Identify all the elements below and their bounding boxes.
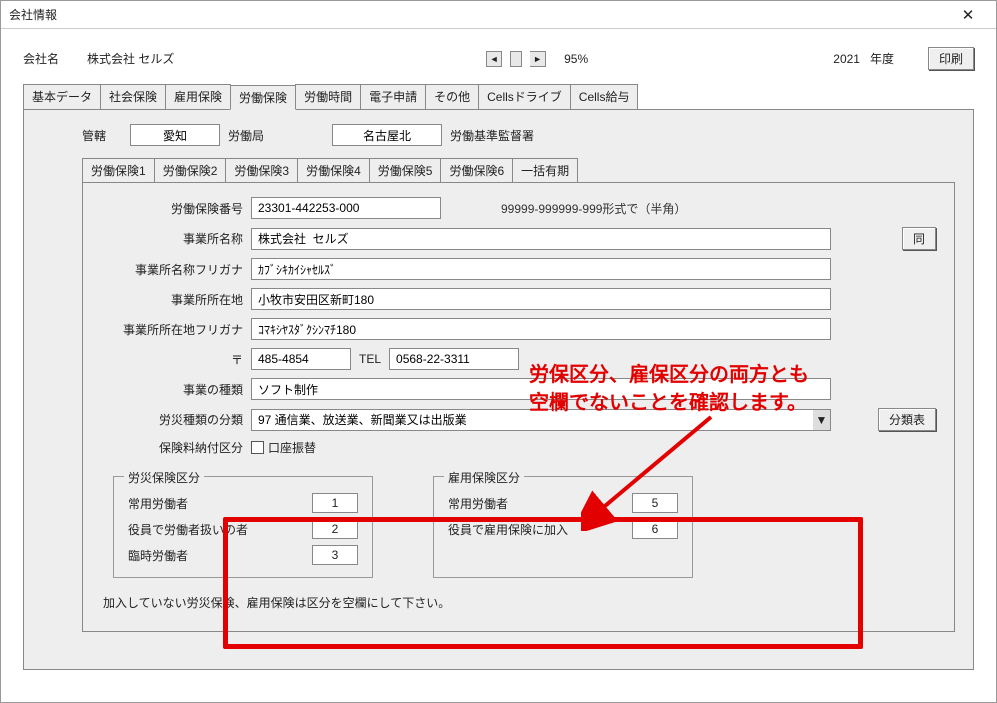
koyo-label-0: 常用労働者	[448, 495, 508, 512]
koyo-row-1: 役員で雇用保険に加入 6	[448, 519, 678, 539]
footer-note: 加入していない労災保険、雇用保険は区分を空欄にして下さい。	[103, 594, 936, 611]
rousai-label-2: 臨時労働者	[128, 547, 188, 564]
annotation-text: 労保区分、雇保区分の両方とも 空欄でないことを確認します。	[529, 361, 809, 417]
main-tab-1[interactable]: 社会保険	[100, 84, 166, 109]
ins-no-label: 労働保険番号	[101, 200, 251, 217]
koyo-groupbox: 雇用保険区分 常用労働者5役員で雇用保険に加入6	[433, 476, 693, 578]
sub-tab-6[interactable]: 一括有期	[512, 158, 578, 182]
office-kana-label: 事業所名称フリガナ	[101, 261, 251, 278]
postal-input[interactable]	[251, 348, 351, 370]
titlebar: 会社情報 ✕	[1, 1, 996, 29]
rousai-groupbox: 労災保険区分 常用労働者1役員で労働者扱いの者2臨時労働者3	[113, 476, 373, 578]
class-table-button[interactable]: 分類表	[878, 408, 936, 431]
close-icon[interactable]: ✕	[948, 5, 988, 25]
jurisdiction-row: 管轄 労働局 労働基準監督署	[82, 124, 955, 146]
main-tabs: 基本データ社会保険雇用保険労働保険労働時間電子申請その他CellsドライブCel…	[23, 84, 974, 110]
rousai-label-0: 常用労働者	[128, 495, 188, 512]
addr-input[interactable]	[251, 288, 831, 310]
juris-prefecture-input[interactable]	[130, 124, 220, 146]
tel-input[interactable]	[389, 348, 519, 370]
sub-tabs: 労働保険1労働保険2労働保険3労働保険4労働保険5労働保険6一括有期	[82, 158, 955, 182]
biz-type-label: 事業の種類	[101, 381, 251, 398]
main-tab-4[interactable]: 労働時間	[295, 84, 361, 109]
juris-label: 管轄	[82, 127, 130, 144]
sub-tab-5[interactable]: 労働保険6	[440, 158, 513, 182]
main-tab-7[interactable]: Cellsドライブ	[478, 84, 571, 109]
rousai-label-1: 役員で労働者扱いの者	[128, 521, 248, 538]
sub-tab-4[interactable]: 労働保険5	[369, 158, 442, 182]
accident-class-label: 労災種類の分類	[101, 411, 251, 428]
year-value: 2021	[833, 52, 860, 66]
juris-office-input[interactable]	[332, 124, 442, 146]
main-tab-6[interactable]: その他	[425, 84, 479, 109]
company-label: 会社名	[23, 50, 79, 67]
year-suffix: 年度	[870, 50, 894, 67]
sub-tab-3[interactable]: 労働保険4	[297, 158, 370, 182]
office-kana-input[interactable]	[251, 258, 831, 280]
koyo-value-1[interactable]: 6	[632, 519, 678, 539]
juris-bureau-suffix: 労働局	[220, 127, 272, 144]
rousai-value-0[interactable]: 1	[312, 493, 358, 513]
header-row: 会社名 株式会社 セルズ ◄ ► 95% 2021 年度 印刷	[23, 47, 974, 70]
koyo-value-0[interactable]: 5	[632, 493, 678, 513]
same-button[interactable]: 同	[902, 227, 936, 250]
company-name: 株式会社 セルズ	[87, 50, 247, 67]
zoom-track[interactable]	[510, 51, 522, 67]
pay-method-checkbox[interactable]	[251, 441, 264, 454]
rousai-legend: 労災保険区分	[124, 469, 204, 486]
ins-no-input[interactable]	[251, 197, 441, 219]
tel-label: TEL	[351, 352, 389, 366]
rousai-value-2[interactable]: 3	[312, 545, 358, 565]
main-tab-3[interactable]: 労働保険	[230, 85, 296, 110]
rousai-row-0: 常用労働者 1	[128, 493, 358, 513]
annotation-line2: 空欄でないことを確認します。	[529, 389, 809, 417]
koyo-label-1: 役員で雇用保険に加入	[448, 521, 568, 538]
addr-label: 事業所所在地	[101, 291, 251, 308]
zoom-value: 95%	[564, 52, 588, 66]
juris-office-suffix: 労働基準監督署	[442, 127, 542, 144]
main-tab-8[interactable]: Cells給与	[570, 84, 639, 109]
rousai-value-1[interactable]: 2	[312, 519, 358, 539]
office-name-label: 事業所名称	[101, 230, 251, 247]
sub-tab-1[interactable]: 労働保険2	[154, 158, 227, 182]
office-name-input[interactable]	[251, 228, 831, 250]
chevron-down-icon[interactable]: ▼	[813, 409, 831, 431]
main-tab-5[interactable]: 電子申請	[360, 84, 426, 109]
app-window: 会社情報 ✕ 会社名 株式会社 セルズ ◄ ► 95% 2021 年度 印刷 基…	[0, 0, 997, 703]
addr-kana-input[interactable]	[251, 318, 831, 340]
print-button[interactable]: 印刷	[928, 47, 974, 70]
sub-tab-2[interactable]: 労働保険3	[225, 158, 298, 182]
main-tab-0[interactable]: 基本データ	[23, 84, 101, 109]
zoom-right-icon[interactable]: ►	[530, 51, 546, 67]
rousai-row-1: 役員で労働者扱いの者 2	[128, 519, 358, 539]
ins-no-hint: 99999-999999-999形式で（半角）	[501, 200, 686, 217]
koyo-legend: 雇用保険区分	[444, 469, 524, 486]
addr-kana-label: 事業所所在地フリガナ	[101, 321, 251, 338]
sub-panel: 労働保険番号 99999-999999-999形式で（半角） 事業所名称 同 事…	[82, 182, 955, 632]
pay-method-label: 保険料納付区分	[101, 439, 251, 456]
postal-label: 〒	[101, 351, 251, 368]
pay-method-checkbox-label: 口座振替	[268, 439, 316, 456]
annotation-line1: 労保区分、雇保区分の両方とも	[529, 361, 809, 389]
zoom-left-icon[interactable]: ◄	[486, 51, 502, 67]
koyo-row-0: 常用労働者 5	[448, 493, 678, 513]
main-tab-2[interactable]: 雇用保険	[165, 84, 231, 109]
sub-tab-0[interactable]: 労働保険1	[82, 158, 155, 182]
window-title: 会社情報	[9, 6, 948, 23]
rousai-row-2: 臨時労働者 3	[128, 545, 358, 565]
main-panel: 管轄 労働局 労働基準監督署 労働保険1労働保険2労働保険3労働保険4労働保険5…	[23, 110, 974, 670]
